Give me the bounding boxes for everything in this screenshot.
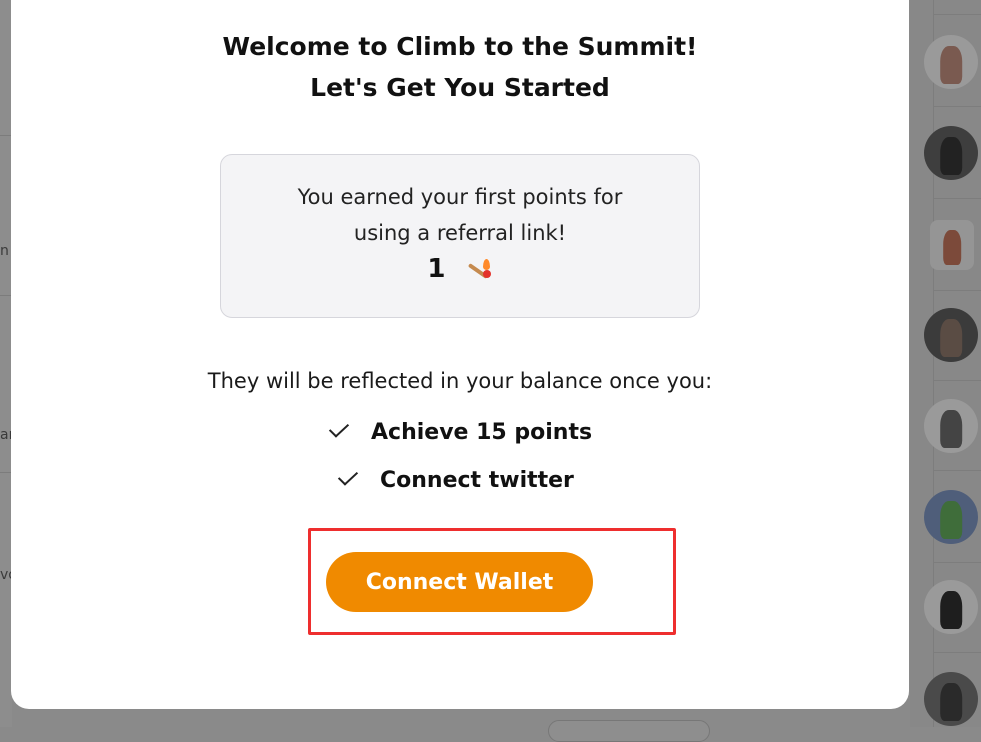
divider — [933, 106, 981, 107]
connect-wallet-button[interactable]: Connect Wallet — [326, 552, 593, 612]
points-value: 1 — [427, 254, 446, 284]
divider — [933, 290, 981, 291]
divider — [933, 14, 981, 15]
divider — [933, 652, 981, 653]
requirement-item: Achieve 15 points — [328, 418, 593, 445]
divider — [933, 470, 981, 471]
avatar — [924, 35, 978, 89]
background-user-list — [910, 0, 981, 727]
referral-message-line2: using a referral link! — [353, 221, 567, 245]
requirement-label: Connect twitter — [380, 468, 574, 493]
check-icon — [337, 466, 364, 489]
requirement-item: Connect twitter — [337, 466, 574, 493]
modal-title: Welcome to Climb to the Summit! Let's Ge… — [11, 26, 909, 108]
background-pill — [548, 720, 710, 742]
avatar — [924, 399, 978, 453]
avatar — [924, 672, 978, 726]
reflect-instructions: They will be reflected in your balance o… — [207, 369, 713, 393]
divider — [933, 198, 981, 199]
points-earned: 1 — [221, 254, 699, 284]
divider — [933, 380, 981, 381]
referral-message-line1: You earned your first points for — [297, 185, 623, 209]
requirement-label: Achieve 15 points — [371, 420, 593, 445]
modal-title-line1: Welcome to Climb to the Summit! — [222, 32, 698, 61]
welcome-modal: Welcome to Climb to the Summit! Let's Ge… — [11, 0, 909, 709]
avatar — [930, 220, 974, 270]
referral-message: You earned your first points for using a… — [241, 179, 679, 251]
referral-points-box: You earned your first points for using a… — [220, 154, 700, 318]
check-icon — [328, 418, 355, 441]
avatar — [924, 126, 978, 180]
avatar — [924, 308, 978, 362]
avatar — [924, 490, 978, 544]
avatar — [924, 580, 978, 634]
divider — [933, 562, 981, 563]
matchstick-icon — [463, 257, 493, 283]
modal-title-line2: Let's Get You Started — [310, 73, 610, 102]
